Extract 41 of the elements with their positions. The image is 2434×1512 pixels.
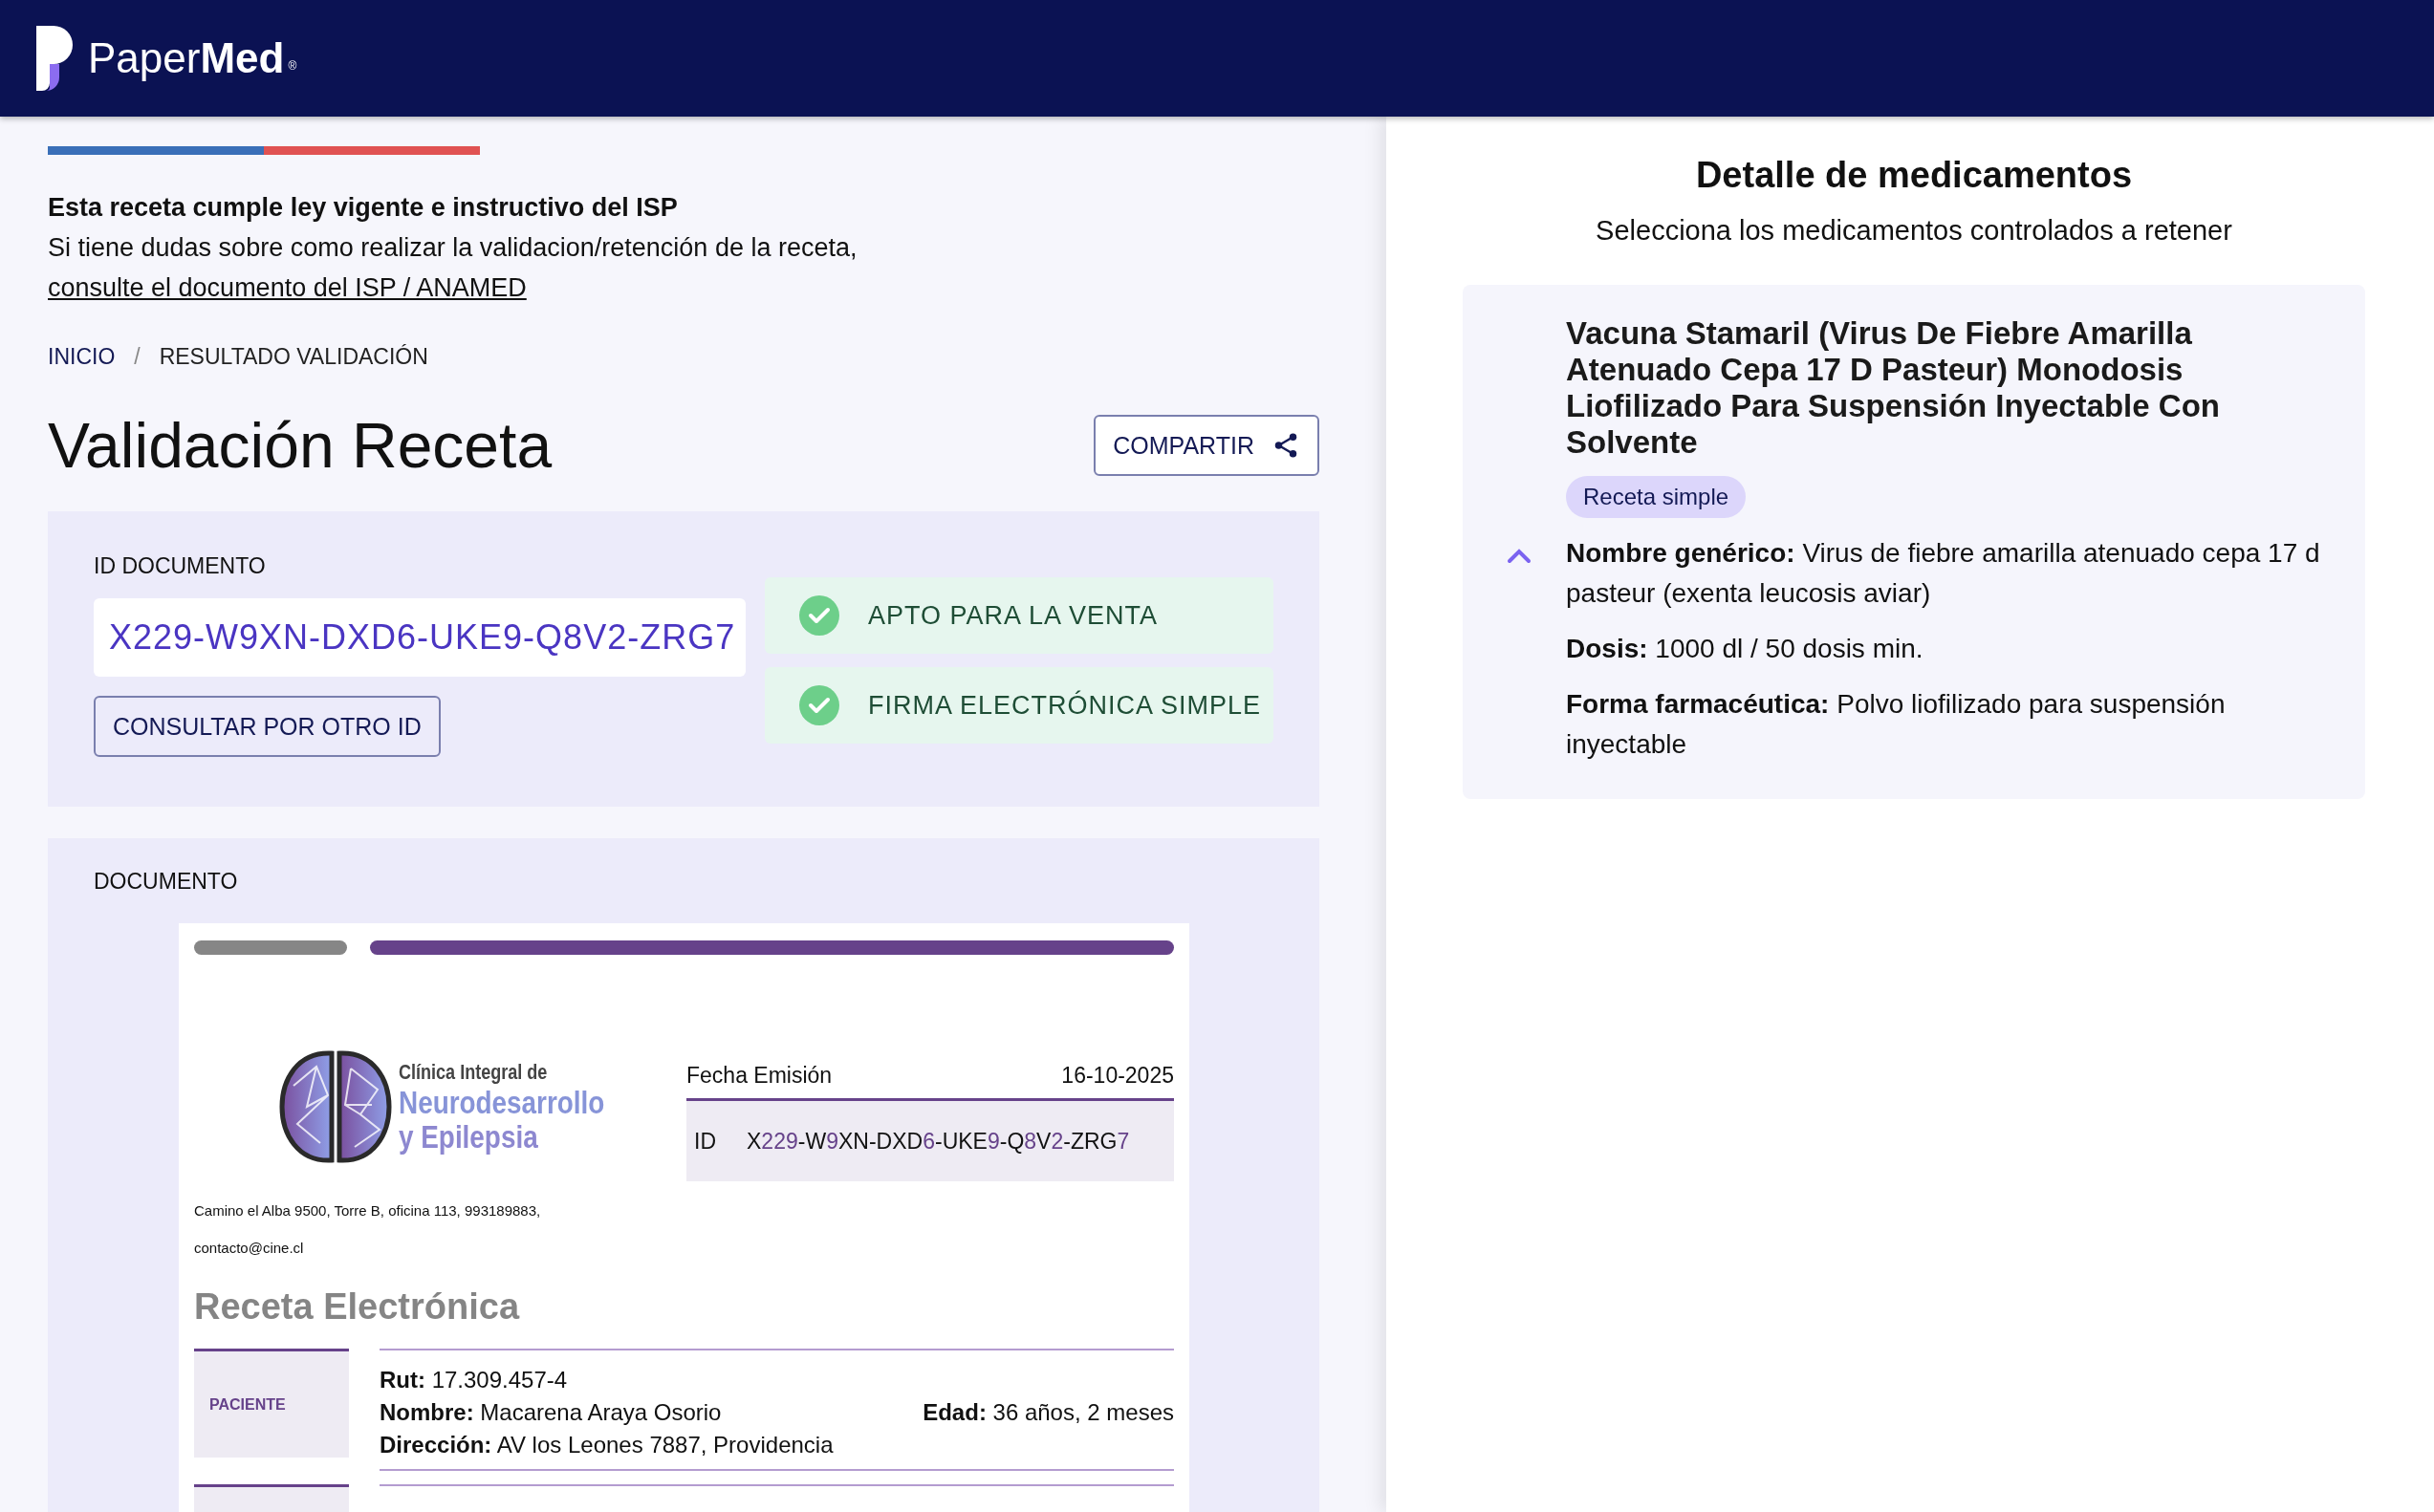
panel-subtitle: Selecciona los medicamentos controlados a retener [1595, 215, 2233, 247]
notice-title: Esta receta cumple ley vigente e instructivo del ISP [48, 192, 679, 224]
issue-date-label: Fecha Emisión [686, 1062, 833, 1089]
clinic-email: contacto@cine.cl [194, 1240, 305, 1256]
check-icon [799, 595, 839, 636]
field-label: ID DOCUMENTO [94, 553, 267, 579]
page-title: Validación Receta [48, 409, 553, 482]
isp-document-link[interactable]: consulte el documento del ISP / ANAMED [48, 268, 527, 308]
clinic-name-line: Clínica Integral de [399, 1059, 549, 1085]
medication-detail: Dosis: 1000 dl / 50 dosis min. [1566, 633, 1924, 665]
breadcrumb-item: RESULTADO VALIDACIÓN [159, 344, 428, 370]
status-badge: FIRMA ELECTRÓNICA SIMPLE [765, 667, 1273, 744]
clinic-address: Camino el Alba 9500, Torre B, oficina 113, 993189883, [194, 1202, 542, 1219]
patient-field: Rut: 17.309.457-4 [380, 1364, 568, 1396]
brand-name: PaperMed [88, 34, 285, 82]
check-icon [799, 685, 839, 725]
notice-text: Si tiene dudas sobre como realizar la validacion/retención de la receta, [48, 232, 858, 264]
consult-other-id-button[interactable]: CONSULTAR POR OTRO ID [94, 696, 441, 757]
section-label: DOCUMENTO [94, 869, 239, 895]
panel-title: Detalle de medicamentos [1694, 155, 2134, 196]
document-heading: Receta Electrónica [194, 1286, 521, 1328]
share-button[interactable]: COMPARTIR [1094, 415, 1319, 476]
patient-field: Dirección: AV los Leones 7887, Providencia [380, 1429, 834, 1461]
id-label: ID [694, 1128, 716, 1155]
issue-date: 16-10-2025 [1061, 1062, 1174, 1089]
collapse-chevron-icon[interactable] [1507, 549, 1532, 564]
status-badge: APTO PARA LA VENTA [765, 577, 1273, 654]
breadcrumb-separator: / [134, 344, 141, 370]
medication-name: Vacuna Stamaril (Virus De Fiebre Amarilla Atenuado Cepa 17 D Pasteur) Monodosis Liofilizado Para Suspensión Inyectable Con Solvente [1566, 315, 2221, 461]
medication-detail: Forma farmacéutica: Polvo liofilizado para suspensión inyectable [1566, 688, 2227, 761]
document-id-field: X229-W9XN-DXD6-UKE9-Q8V2-ZRG7 [94, 598, 746, 677]
medication-detail: Nombre genérico: Virus de fiebre amarilla atenuado cepa 17 d pasteur (exenta leucosis aviar) [1566, 537, 2321, 610]
breadcrumb-item[interactable]: INICIO [48, 344, 116, 370]
clinic-name-line: Neurodesarrollo [399, 1084, 605, 1119]
patient-field: Edad: 36 años, 2 meses [923, 1396, 1174, 1429]
patient-label: PACIENTE [194, 1349, 349, 1458]
prescription-type-tag: Receta simple [1566, 476, 1747, 518]
clinic-name-line: y Epilepsia [399, 1118, 539, 1154]
document-id: X229-W9XN-DXD6-UKE9-Q8V2-ZRG7 [747, 1128, 1130, 1155]
registered-mark: ® [288, 59, 297, 73]
patient-field: Nombre: Macarena Araya Osorio [380, 1396, 722, 1429]
